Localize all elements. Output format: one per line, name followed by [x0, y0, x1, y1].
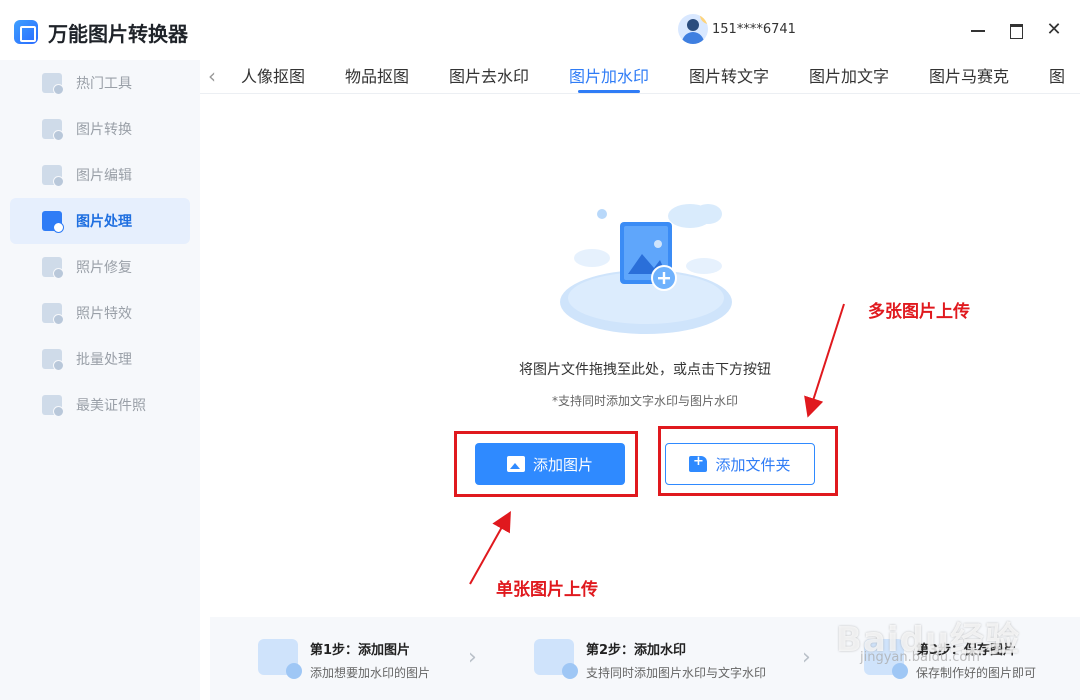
add-image-step-icon [258, 639, 302, 679]
step-2: 第2步：添加水印 支持同时添加图片水印与文字水印 [534, 639, 766, 681]
add-watermark-step-icon [534, 639, 578, 679]
step-1: 第1步：添加图片 添加想要加水印的图片 [258, 639, 430, 681]
chevron-right-icon: › [468, 645, 477, 670]
step-desc: 添加想要加水印的图片 [310, 666, 431, 680]
annotation-arrows [469, 303, 845, 585]
chevron-right-icon: › [802, 645, 811, 670]
annotation-arrow-multi [804, 303, 845, 418]
step-title: 第2步：添加水印 [586, 643, 687, 658]
annotation-arrow-single [469, 511, 511, 585]
step-desc: 保存制作好的图片即可 [916, 666, 1037, 680]
step-title: 第1步：添加图片 [310, 643, 411, 658]
step-desc: 支持同时添加图片水印与文字水印 [586, 666, 767, 680]
baidu-watermark-url: jingyan.baidu.com [860, 650, 980, 665]
